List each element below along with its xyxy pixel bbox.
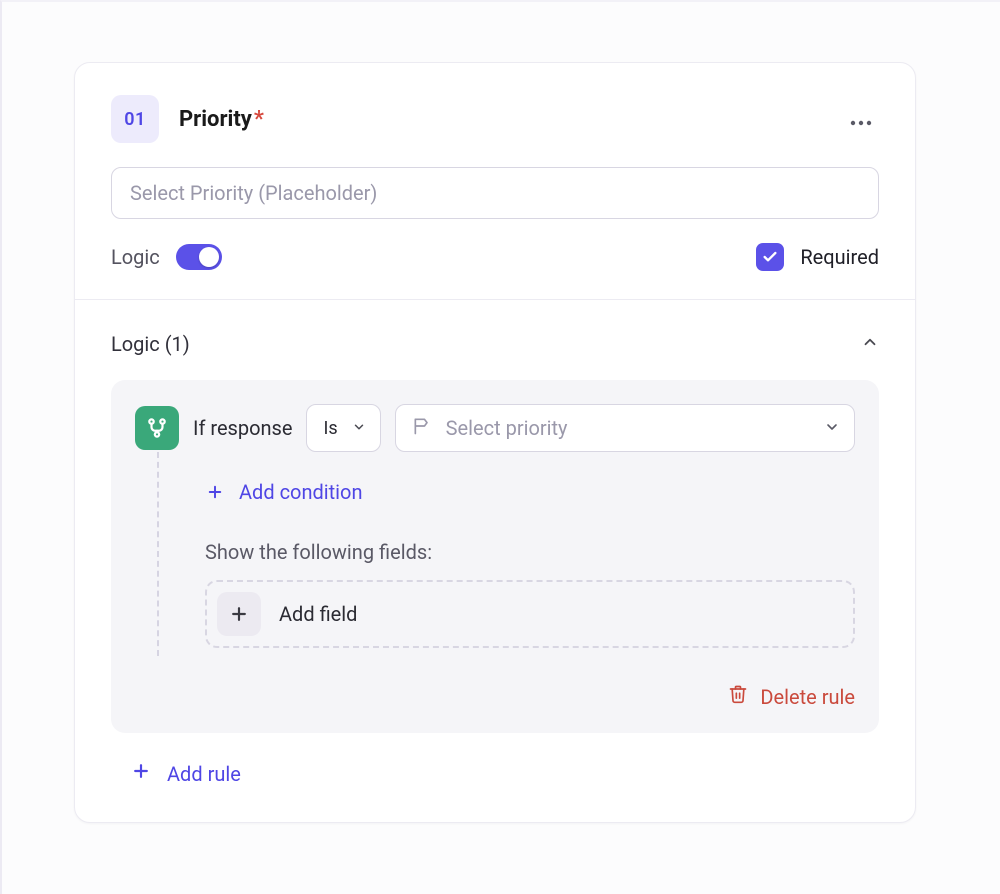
field-title-text: Priority xyxy=(179,107,252,132)
checkmark-icon xyxy=(762,249,778,265)
add-rule-button[interactable]: Add rule xyxy=(111,761,241,786)
value-select[interactable]: Select priority xyxy=(395,404,855,452)
chevron-up-icon xyxy=(861,333,879,355)
required-checkbox[interactable] xyxy=(756,243,784,271)
show-fields-label: Show the following fields: xyxy=(205,540,855,564)
logic-rule: If response Is Select priority xyxy=(111,380,879,733)
more-menu-button[interactable] xyxy=(843,101,879,137)
add-field-area[interactable]: Add field xyxy=(205,580,855,648)
priority-select[interactable]: Select Priority (Placeholder) xyxy=(111,167,879,219)
logic-section: Logic (1) If r xyxy=(75,300,915,822)
delete-rule-button[interactable]: Delete rule xyxy=(728,684,855,709)
value-placeholder: Select priority xyxy=(446,416,568,440)
field-index-badge: 01 xyxy=(111,95,159,143)
branch-icon xyxy=(135,406,179,450)
logic-section-title: Logic (1) xyxy=(111,332,190,356)
logic-section-header[interactable]: Logic (1) xyxy=(111,332,879,356)
if-response-label: If response xyxy=(193,416,292,440)
flag-icon xyxy=(412,416,432,441)
delete-rule-label: Delete rule xyxy=(760,685,855,709)
add-field-label: Add field xyxy=(279,602,357,626)
plus-icon xyxy=(205,482,225,502)
chevron-down-icon xyxy=(352,418,366,439)
field-title: Priority* xyxy=(179,107,264,132)
operator-value: Is xyxy=(323,418,337,439)
field-card: 01 Priority* Select Priority (Placeholde… xyxy=(74,62,916,823)
plus-icon xyxy=(131,761,151,786)
required-label: Required xyxy=(800,245,879,269)
chevron-down-icon xyxy=(824,416,840,440)
field-card-header: 01 Priority* Select Priority (Placeholde… xyxy=(75,63,915,299)
add-field-plus xyxy=(217,592,261,636)
logic-toggle-label: Logic xyxy=(111,245,160,269)
logic-toggle[interactable] xyxy=(176,244,222,270)
rule-tree: Add condition Show the following fields:… xyxy=(157,452,855,656)
required-asterisk: * xyxy=(254,107,264,132)
trash-icon xyxy=(728,684,748,709)
priority-select-placeholder: Select Priority (Placeholder) xyxy=(130,181,377,205)
more-icon xyxy=(850,107,872,132)
add-rule-label: Add rule xyxy=(167,762,241,786)
add-condition-button[interactable]: Add condition xyxy=(205,476,363,508)
add-condition-label: Add condition xyxy=(239,480,363,504)
plus-icon xyxy=(229,604,249,624)
operator-select[interactable]: Is xyxy=(306,404,380,452)
